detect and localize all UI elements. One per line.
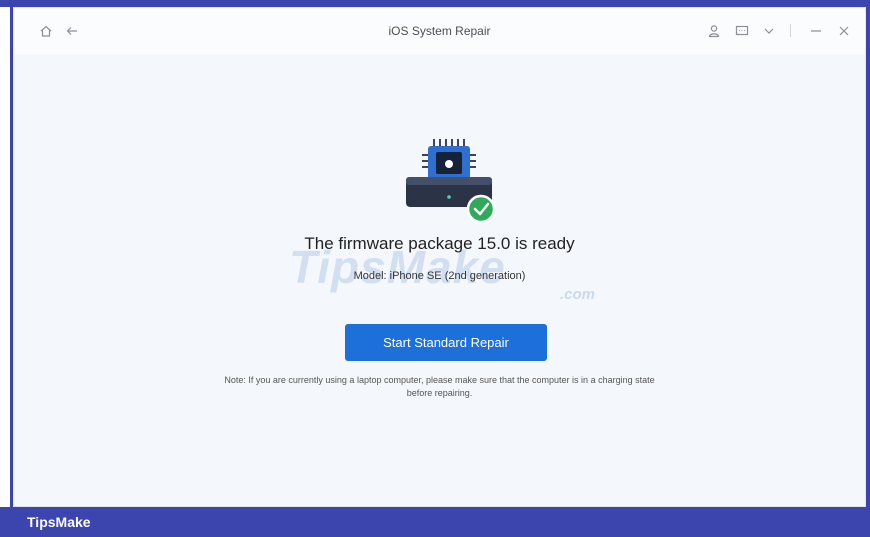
charging-note: Note: If you are currently using a lapto… — [224, 375, 655, 398]
device-indicator — [447, 195, 451, 199]
device-model-label: Model: iPhone SE (2nd generation) — [353, 270, 526, 282]
apple-logo-icon — [445, 160, 453, 168]
frame-top-border — [0, 0, 870, 7]
success-check-badge — [466, 194, 496, 223]
close-icon[interactable] — [835, 22, 853, 40]
footer-brand: TipsMake — [27, 514, 91, 530]
start-standard-repair-button[interactable]: Start Standard Repair — [345, 324, 547, 361]
frame-right-border — [866, 7, 870, 507]
titlebar-separator — [790, 24, 791, 37]
watermark-suffix: .com — [560, 286, 596, 303]
device-base-top — [406, 177, 492, 185]
firmware-ready-heading: The firmware package 15.0 is ready — [304, 234, 575, 253]
firmware-chip-illustration — [406, 139, 496, 223]
minimize-icon[interactable] — [807, 22, 825, 40]
title-bar: iOS System Repair — [14, 8, 865, 55]
footer-banner: TipsMake — [0, 507, 870, 537]
user-icon[interactable] — [705, 22, 723, 40]
app-window: iOS System Repair TipsMake .com The firm… — [13, 7, 866, 507]
chevron-down-icon[interactable] — [760, 22, 778, 40]
feedback-icon[interactable] — [733, 22, 751, 40]
